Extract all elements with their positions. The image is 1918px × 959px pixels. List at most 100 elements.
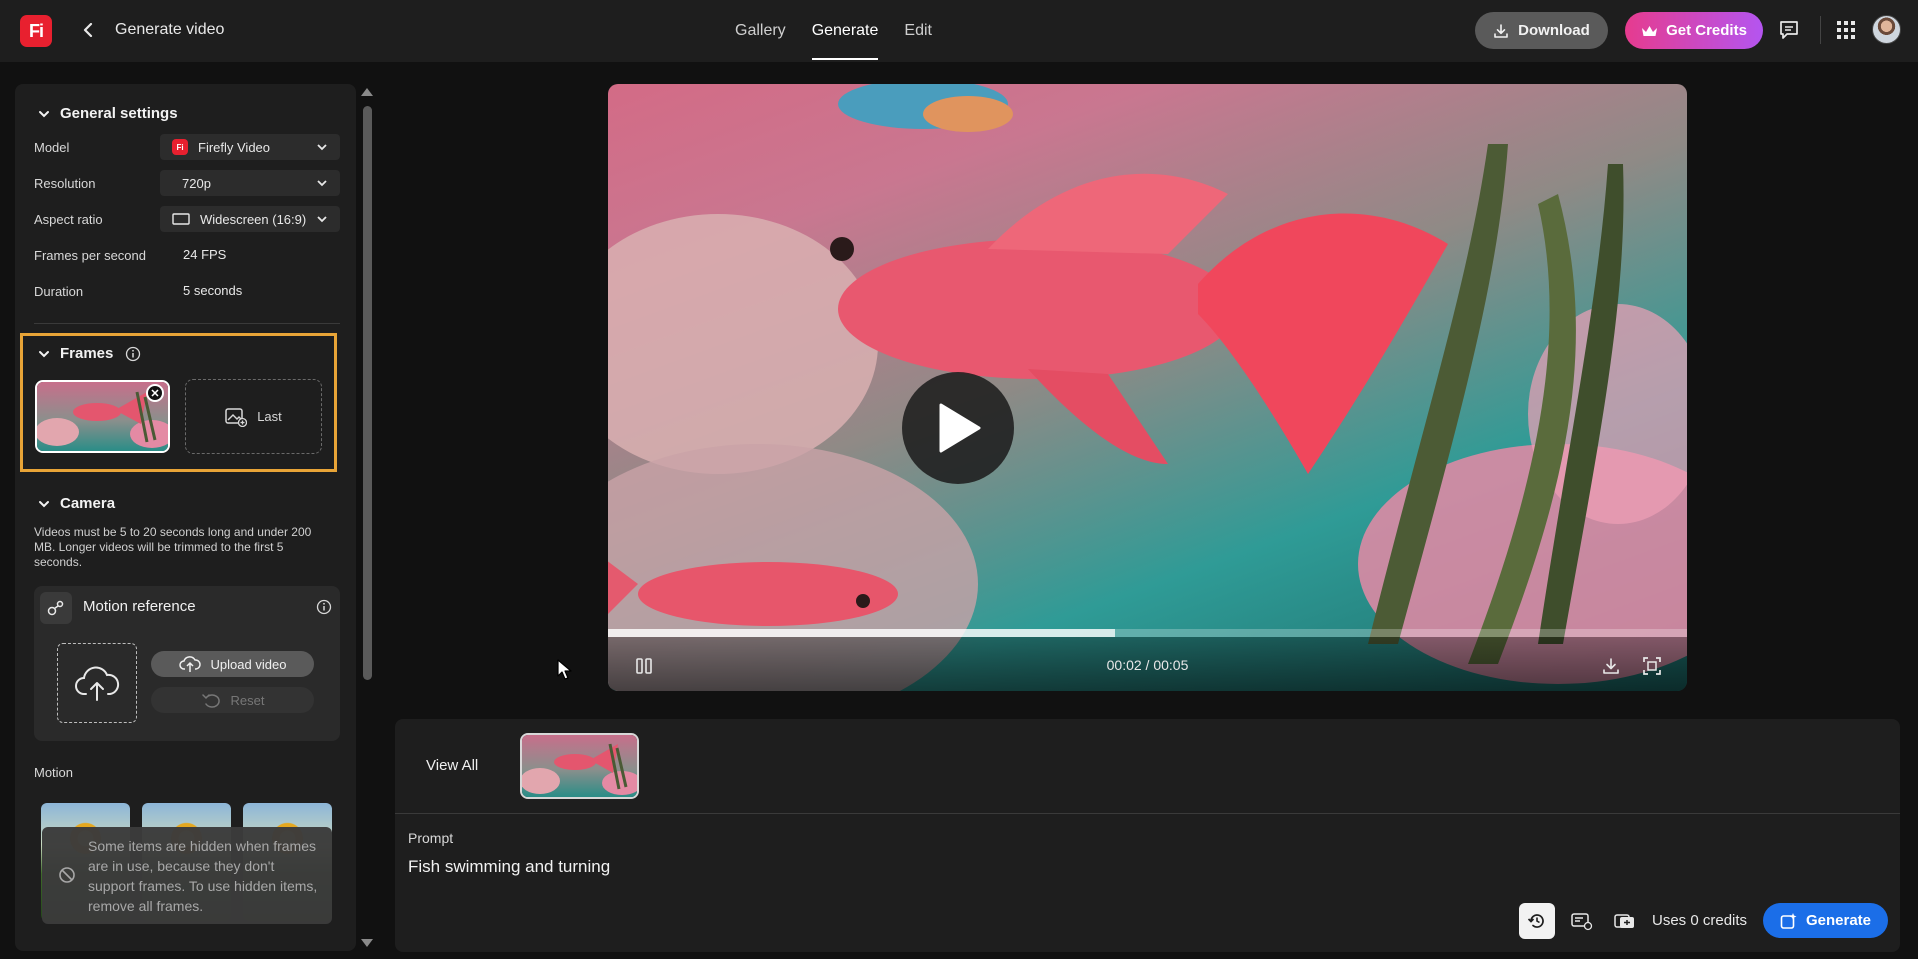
- crown-icon: [1642, 25, 1658, 36]
- duration-value: 5 seconds: [183, 283, 243, 298]
- cloud-upload-icon: [75, 666, 120, 701]
- video-frame-image: [608, 84, 1687, 691]
- chevron-down-icon: [317, 180, 327, 187]
- resolution-select[interactable]: 720p: [160, 170, 340, 196]
- mouse-cursor-icon: [557, 659, 572, 680]
- add-image-icon: [225, 407, 248, 427]
- credits-icon: [1614, 914, 1634, 928]
- apps-button[interactable]: [1831, 15, 1861, 45]
- general-settings-header[interactable]: General settings: [38, 105, 178, 122]
- motion-label: Motion: [34, 765, 74, 780]
- video-progress-bar[interactable]: [608, 629, 1687, 637]
- video-player[interactable]: [608, 84, 1687, 691]
- play-icon: [939, 403, 981, 453]
- firefly-model-icon: Fi: [172, 139, 188, 155]
- uses-credits-text: Uses 0 credits: [1652, 912, 1748, 929]
- card-divider: [395, 813, 1900, 814]
- generate-button[interactable]: Generate: [1763, 903, 1888, 938]
- upload-video-button[interactable]: Upload video: [151, 651, 314, 677]
- video-download-button[interactable]: [1599, 654, 1623, 678]
- fps-label: Frames per second: [34, 248, 146, 263]
- model-select[interactable]: Fi Firefly Video: [160, 134, 340, 160]
- model-value: Firefly Video: [198, 139, 271, 155]
- back-button[interactable]: [76, 18, 100, 42]
- video-progress-fill: [608, 629, 1116, 637]
- header-divider: [1820, 16, 1821, 44]
- reset-label: Reset: [230, 692, 265, 708]
- aspect-ratio-value: Widescreen (16:9): [200, 211, 307, 227]
- tab-generate[interactable]: Generate: [799, 0, 892, 62]
- video-timecode: 00:02 / 00:05: [1106, 657, 1189, 673]
- chat-icon: [1780, 21, 1798, 39]
- get-credits-button[interactable]: Get Credits: [1625, 12, 1763, 49]
- prompt-input[interactable]: Fish swimming and turning: [408, 857, 610, 877]
- prompt-label: Prompt: [408, 830, 454, 846]
- scroll-thumb[interactable]: [363, 106, 372, 680]
- aspect-ratio-select[interactable]: Widescreen (16:9): [160, 206, 340, 232]
- get-credits-label: Get Credits: [1666, 22, 1747, 39]
- motion-reference-title: Motion reference: [83, 598, 196, 615]
- info-icon: [316, 599, 332, 615]
- chevron-down-icon: [39, 500, 49, 507]
- history-icon: [1527, 914, 1544, 928]
- reset-icon: [201, 694, 220, 708]
- chevron-down-icon: [317, 216, 327, 223]
- tab-edit[interactable]: Edit: [891, 0, 945, 62]
- apps-grid-icon: [1837, 21, 1855, 39]
- download-label: Download: [1518, 22, 1590, 39]
- pause-icon: [636, 658, 652, 674]
- firefly-logo[interactable]: Fi: [20, 15, 52, 47]
- frames-title: Frames: [60, 345, 114, 362]
- history-thumbnail[interactable]: [520, 733, 639, 799]
- generate-label: Generate: [1805, 912, 1872, 929]
- main-nav: Gallery Generate Edit: [722, 0, 945, 62]
- tab-gallery[interactable]: Gallery: [722, 0, 799, 62]
- fullscreen-icon: [1643, 657, 1661, 675]
- top-bar: Fi Generate video Gallery Generate Edit …: [0, 0, 1918, 62]
- last-frame-slot[interactable]: Last: [185, 379, 322, 454]
- last-frame-label: Last: [257, 409, 282, 424]
- chevron-down-icon: [39, 110, 49, 117]
- reset-button[interactable]: Reset: [151, 687, 314, 713]
- model-label: Model: [34, 140, 70, 155]
- motion-reference-icon: [40, 592, 72, 624]
- fps-value: 24 FPS: [183, 247, 227, 262]
- resolution-label: Resolution: [34, 176, 96, 191]
- widescreen-icon: [172, 213, 190, 225]
- tooltip-text: Some items are hidden when frames are in…: [88, 838, 318, 914]
- fullscreen-button[interactable]: [1640, 654, 1664, 678]
- text-settings-icon: [1571, 913, 1593, 931]
- pause-button[interactable]: [632, 654, 656, 678]
- play-button[interactable]: [902, 372, 1014, 484]
- credits-info-button[interactable]: [1607, 903, 1643, 939]
- camera-header[interactable]: Camera: [38, 495, 115, 512]
- chevron-down-icon: [39, 350, 49, 357]
- scroll-up-arrow[interactable]: [361, 88, 373, 96]
- download-button[interactable]: Download: [1475, 12, 1608, 49]
- generate-icon: [1780, 912, 1797, 929]
- feedback-button[interactable]: [1774, 15, 1804, 45]
- remove-frame-button[interactable]: ✕: [146, 384, 164, 402]
- user-avatar[interactable]: [1872, 15, 1901, 44]
- motion-reference-info-button[interactable]: [309, 592, 339, 622]
- chevron-down-icon: [317, 144, 327, 151]
- history-button[interactable]: [1519, 903, 1555, 939]
- download-icon: [1603, 658, 1619, 674]
- download-icon: [1494, 23, 1508, 38]
- upload-video-label: Upload video: [210, 656, 287, 672]
- scroll-down-arrow[interactable]: [361, 939, 373, 947]
- general-settings-title: General settings: [60, 105, 178, 122]
- info-icon: [126, 346, 141, 361]
- section-divider: [34, 323, 340, 324]
- camera-title: Camera: [60, 495, 116, 512]
- video-drop-zone[interactable]: [57, 643, 137, 723]
- frames-header[interactable]: Frames: [38, 345, 141, 362]
- camera-description: Videos must be 5 to 20 seconds long and …: [34, 525, 312, 569]
- aspect-ratio-label: Aspect ratio: [34, 212, 103, 227]
- fish-frame-image: [522, 735, 637, 797]
- page-title: Generate video: [115, 21, 225, 38]
- not-allowed-icon: [59, 867, 75, 883]
- cloud-upload-icon: [178, 656, 201, 672]
- prompt-settings-button[interactable]: [1564, 903, 1600, 939]
- view-all-link[interactable]: View All: [426, 757, 478, 774]
